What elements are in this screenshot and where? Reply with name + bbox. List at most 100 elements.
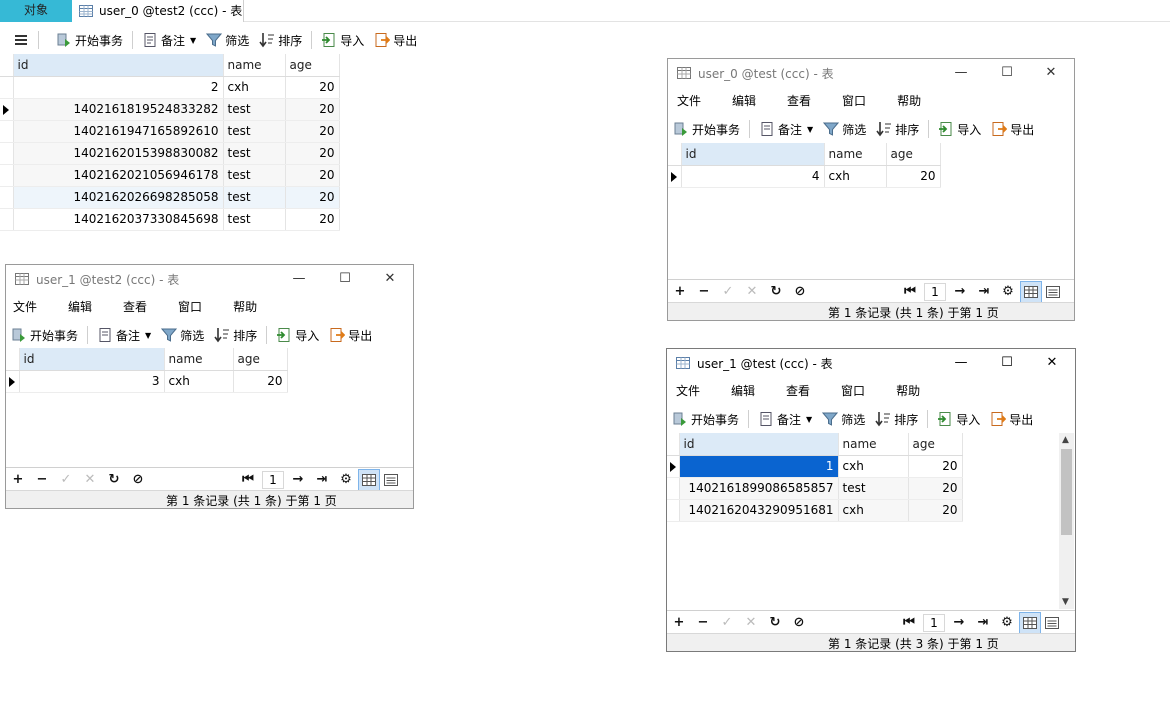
cell-name[interactable]: test [223,186,286,209]
stop-button[interactable]: ⊘ [787,611,811,635]
begin-transaction-button[interactable]: 开始事务 [667,408,744,430]
table-row[interactable]: 1402161947165892610 test 20 [0,120,340,143]
export-button[interactable]: 导出 [986,118,1039,140]
cell-name[interactable]: test [838,477,909,500]
import-button[interactable]: 导入 [316,29,369,51]
delete-record-button[interactable]: − [30,468,54,492]
cell-age[interactable]: 20 [886,165,941,188]
minimize-button[interactable]: — [938,349,984,377]
discard-changes-button[interactable]: ✕ [739,611,763,635]
begin-transaction-button[interactable]: 开始事务 [6,324,83,346]
import-button[interactable]: 导入 [933,118,986,140]
table-row[interactable]: 1402161819524833282 test 20 [0,98,340,121]
maximize-button[interactable]: ☐ [322,265,368,293]
column-header-age[interactable]: age [886,143,941,166]
menu-file[interactable]: 文件 [672,92,713,109]
cell-age[interactable]: 20 [908,477,963,500]
cell-name[interactable]: cxh [824,165,887,188]
table-row[interactable]: 1402162015398830082 test 20 [0,142,340,165]
filter-button[interactable]: 筛选 [156,324,209,346]
column-header-name[interactable]: name [223,54,286,77]
cell-id[interactable]: 4 [681,165,825,188]
cell-age[interactable]: 20 [285,120,340,143]
vertical-scrollbar[interactable]: ▲ ▼ [1059,433,1074,609]
apply-changes-button[interactable]: ✓ [54,468,78,492]
export-button[interactable]: 导出 [369,29,422,51]
menu-view[interactable]: 查看 [782,92,823,109]
add-record-button[interactable]: + [667,611,691,635]
minimize-button[interactable]: — [276,265,322,293]
begin-transaction-button[interactable]: 开始事务 [668,118,745,140]
cell-id[interactable]: 3 [19,370,165,393]
cell-age[interactable]: 20 [285,208,340,231]
filter-button[interactable]: 筛选 [201,29,254,51]
import-button[interactable]: 导入 [271,324,324,346]
refresh-button[interactable]: ↻ [763,611,787,635]
cell-age[interactable]: 20 [285,186,340,209]
next-page-button[interactable]: → [948,280,972,304]
refresh-button[interactable]: ↻ [764,280,788,304]
discard-changes-button[interactable]: ✕ [740,280,764,304]
scrollbar-thumb[interactable] [1061,449,1072,535]
cell-name[interactable]: cxh [223,76,286,99]
import-button[interactable]: 导入 [932,408,985,430]
form-view-button[interactable] [1042,281,1064,303]
tab-objects[interactable]: 对象 [0,0,72,22]
discard-changes-button[interactable]: ✕ [78,468,102,492]
cell-name[interactable]: test [223,208,286,231]
column-header-name[interactable]: name [824,143,887,166]
column-header-name[interactable]: name [164,348,234,371]
sort-button[interactable]: 排序 [871,118,924,140]
begin-transaction-button[interactable]: 开始事务 [51,29,128,51]
cell-id[interactable]: 1402162015398830082 [13,142,224,165]
sort-button[interactable]: 排序 [209,324,262,346]
column-header-id[interactable]: id [19,348,165,371]
column-header-name[interactable]: name [838,433,909,456]
apply-changes-button[interactable]: ✓ [716,280,740,304]
page-number-field[interactable]: 1 [923,613,945,632]
tab-user0-test2[interactable]: user_0 @test2 (ccc) - 表 [72,0,244,22]
delete-record-button[interactable]: − [691,611,715,635]
settings-button[interactable]: ⚙ [334,468,358,492]
memo-button[interactable]: 备注 ▼ [753,408,817,430]
cell-name[interactable]: test [223,120,286,143]
menu-help[interactable]: 帮助 [891,382,932,399]
menu-edit[interactable]: 编辑 [63,298,104,315]
column-header-age[interactable]: age [285,54,340,77]
minimize-button[interactable]: — [938,59,984,87]
last-page-button[interactable]: ⇥ [972,280,996,304]
cell-age[interactable]: 20 [233,370,288,393]
cell-name[interactable]: test [223,142,286,165]
cell-id[interactable]: 2 [13,76,224,99]
menu-window[interactable]: 窗口 [837,92,878,109]
table-row[interactable]: 2 cxh 20 [0,76,340,99]
table-row[interactable]: 1402162021056946178 test 20 [0,164,340,187]
cell-age[interactable]: 20 [908,499,963,522]
table-row[interactable]: 1 cxh 20 [667,455,963,478]
cell-id-selected[interactable]: 1 [679,455,839,478]
sort-button[interactable]: 排序 [254,29,307,51]
first-page-button[interactable]: ⏮ [897,611,921,635]
table-row[interactable]: 1402161899086585857 test 20 [667,477,963,500]
cell-id[interactable]: 1402162021056946178 [13,164,224,187]
last-page-button[interactable]: ⇥ [971,611,995,635]
stop-button[interactable]: ⊘ [126,468,150,492]
page-number-field[interactable]: 1 [262,470,284,489]
apply-changes-button[interactable]: ✓ [715,611,739,635]
memo-button[interactable]: 备注 ▼ [754,118,818,140]
maximize-button[interactable]: ☐ [984,349,1030,377]
first-page-button[interactable]: ⏮ [898,280,922,304]
next-page-button[interactable]: → [286,468,310,492]
table-row[interactable]: 1402162037330845698 test 20 [0,208,340,231]
cell-age[interactable]: 20 [908,455,963,478]
settings-button[interactable]: ⚙ [996,280,1020,304]
last-page-button[interactable]: ⇥ [310,468,334,492]
column-header-age[interactable]: age [233,348,288,371]
column-header-id[interactable]: id [679,433,839,456]
column-header-id[interactable]: id [681,143,825,166]
cell-age[interactable]: 20 [285,76,340,99]
maximize-button[interactable]: ☐ [984,59,1030,87]
delete-record-button[interactable]: − [692,280,716,304]
grid-view-button[interactable] [1020,280,1042,303]
scroll-down-icon[interactable]: ▼ [1062,597,1069,607]
